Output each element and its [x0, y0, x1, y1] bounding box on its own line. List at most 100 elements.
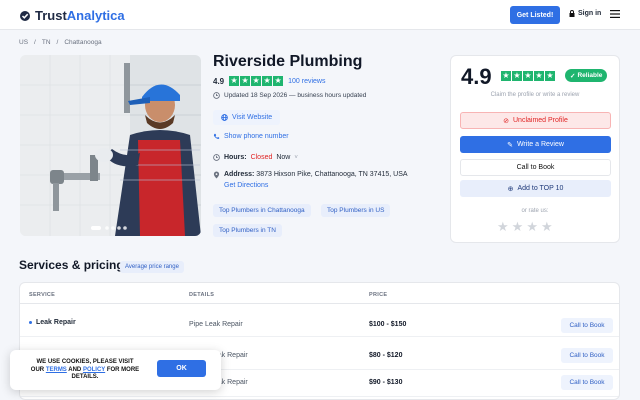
rating-row: 4.9 ★ ★ ★ ★ ★ 100 reviews — [213, 76, 325, 86]
logo-icon — [20, 10, 30, 21]
business-name: Riverside Plumbing — [213, 53, 363, 70]
breadcrumb-item-tn[interactable]: TN — [42, 39, 51, 46]
star-icon: ★ — [501, 71, 511, 81]
sign-in-link[interactable]: Sign in — [569, 10, 601, 17]
price-cell: $100 - $150 — [369, 321, 407, 328]
unclaimed-label: Unclaimed Profile — [513, 117, 568, 124]
hours-status: Closed — [250, 154, 273, 161]
star-icon: ★ — [534, 71, 544, 81]
chevron-down-icon[interactable]: ˅ — [294, 155, 298, 161]
reliable-badge: ✓ Reliable — [565, 69, 608, 82]
rating-value: 4.9 — [213, 76, 225, 86]
column-header-service: SERVICE — [29, 292, 56, 298]
empty-star-icon[interactable]: ★ — [512, 219, 524, 235]
details-cell: Pipe Leak Repair — [189, 321, 243, 328]
row-call-to-book-button[interactable]: Call to Book — [561, 318, 613, 333]
cookie-our: OUR — [30, 366, 45, 373]
add-top10-label: Add to TOP 10 — [517, 185, 564, 192]
add-to-top10-button[interactable]: ⊕ Add to TOP 10 — [460, 180, 611, 197]
get-directions-link[interactable]: Get Directions — [224, 182, 408, 189]
rating-stars: ★ ★ ★ ★ ★ — [229, 76, 284, 86]
reliable-label: Reliable — [577, 72, 603, 79]
service-name: Leak Repair — [36, 319, 76, 326]
card-stars: ★ ★ ★ ★ ★ — [501, 71, 555, 81]
cookie-text: WE USE COOKIES, PLEASE VISIT OUR TERMS A… — [20, 359, 150, 382]
unclaimed-profile-button[interactable]: ⊘ Unclaimed Profile — [460, 112, 611, 129]
rate-us-stars[interactable]: ★ ★ ★ ★ — [497, 219, 553, 235]
logo-text-trust: Trust — [35, 8, 67, 23]
carousel-dots[interactable] — [91, 225, 131, 231]
prohibited-icon: ⊘ — [503, 117, 509, 125]
average-price-badge: Average price range — [120, 261, 184, 273]
empty-star-icon[interactable]: ★ — [497, 219, 509, 235]
plus-circle-icon: ⊕ — [507, 185, 514, 193]
hours-label: Hours: — [224, 154, 247, 161]
services-title: Services & pricing — [19, 258, 124, 272]
updated-info: Updated 18 Sep 2026 — business hours upd… — [213, 92, 366, 99]
breadcrumb-item-us[interactable]: US — [19, 39, 28, 46]
breadcrumb-separator: / — [56, 39, 59, 46]
star-icon: ★ — [262, 76, 273, 86]
tag-top-plumbers-state[interactable]: Top Plumbers in TN — [213, 224, 282, 237]
breadcrumb: US / TN / Chattanooga — [19, 39, 102, 46]
plumber-photo-image — [20, 55, 201, 236]
cookie-ok-button[interactable]: OK — [157, 360, 206, 377]
get-listed-button[interactable]: Get Listed! — [510, 6, 560, 24]
address-row: Address: 3873 Hixson Pike, Chattanooga, … — [213, 171, 408, 189]
bullet-icon — [29, 321, 32, 324]
or-rate-text: or rate us: — [521, 208, 549, 214]
header-divider — [20, 303, 619, 304]
hours-row[interactable]: Hours: Closed Now ˅ — [213, 154, 298, 161]
top-header: Trust Analytica Get Listed! Sign in — [0, 0, 640, 30]
column-header-details: DETAILS — [189, 292, 215, 298]
clock-icon — [213, 154, 220, 161]
price-cell: $90 - $130 — [369, 379, 403, 386]
show-phone-label: Show phone number — [224, 133, 289, 140]
hamburger-menu-icon[interactable] — [610, 10, 620, 18]
business-photo[interactable] — [20, 55, 201, 236]
cookie-rest: FOR MORE DETAILS. — [71, 366, 140, 381]
logo[interactable]: Trust Analytica — [19, 8, 125, 23]
star-icon: ★ — [229, 76, 240, 86]
terms-link[interactable]: TERMS — [46, 367, 67, 373]
logo-text-analytica: Analytica — [66, 8, 125, 23]
column-header-price: PRICE — [369, 292, 388, 298]
globe-icon — [221, 114, 228, 121]
star-icon: ★ — [273, 76, 284, 86]
address-text: 3873 Hixson Pike, Chattanooga, TN 37415,… — [256, 171, 408, 178]
star-icon: ★ — [545, 71, 555, 81]
row-call-to-book-button[interactable]: Call to Book — [561, 348, 613, 363]
empty-star-icon[interactable]: ★ — [526, 219, 538, 235]
lock-icon — [569, 10, 575, 17]
cookie-banner: WE USE COOKIES, PLEASE VISIT OUR TERMS A… — [10, 350, 221, 390]
reviews-link[interactable]: 100 reviews — [288, 78, 325, 85]
hours-now: Now — [276, 154, 291, 161]
phone-icon — [213, 133, 220, 139]
claim-text: Claim the profile or write a review — [490, 92, 580, 98]
breadcrumb-item-city[interactable]: Chattanooga — [64, 39, 101, 46]
row-call-to-book-button[interactable]: Call to Book — [561, 375, 613, 390]
clock-icon — [213, 92, 220, 99]
show-phone-link[interactable]: Show phone number — [213, 133, 289, 140]
visit-website-label: Visit Website — [232, 114, 273, 121]
empty-star-icon[interactable]: ★ — [541, 219, 553, 235]
visit-website-button[interactable]: Visit Website — [213, 110, 281, 125]
star-icon: ★ — [512, 71, 522, 81]
location-pin-icon — [213, 171, 220, 179]
check-icon: ✓ — [570, 72, 576, 80]
write-review-button[interactable]: ✎ Write a Review — [460, 136, 611, 153]
policy-link[interactable]: POLICY — [83, 367, 105, 373]
updated-text: Updated 18 Sep 2026 — business hours upd… — [224, 92, 367, 99]
tag-top-plumbers-us[interactable]: Top Plumbers in US — [321, 204, 391, 217]
rating-card: 4.9 ★ ★ ★ ★ ★ ✓ Reliable Claim the profi… — [450, 55, 620, 243]
sign-in-label: Sign in — [578, 10, 602, 17]
cookie-and: AND — [68, 366, 82, 373]
star-icon: ★ — [240, 76, 251, 86]
service-name-cell: Leak Repair — [29, 319, 76, 326]
address-label: Address: — [224, 171, 255, 178]
call-to-book-button[interactable]: Call to Book — [460, 159, 611, 176]
cookie-line1: WE USE COOKIES, PLEASE VISIT — [36, 359, 134, 365]
table-row: Leak Repair Pipe Leak Repair $100 - $150… — [20, 310, 619, 337]
star-icon: ★ — [251, 76, 262, 86]
tag-top-plumbers-city[interactable]: Top Plumbers in Chattanooga — [213, 204, 311, 217]
